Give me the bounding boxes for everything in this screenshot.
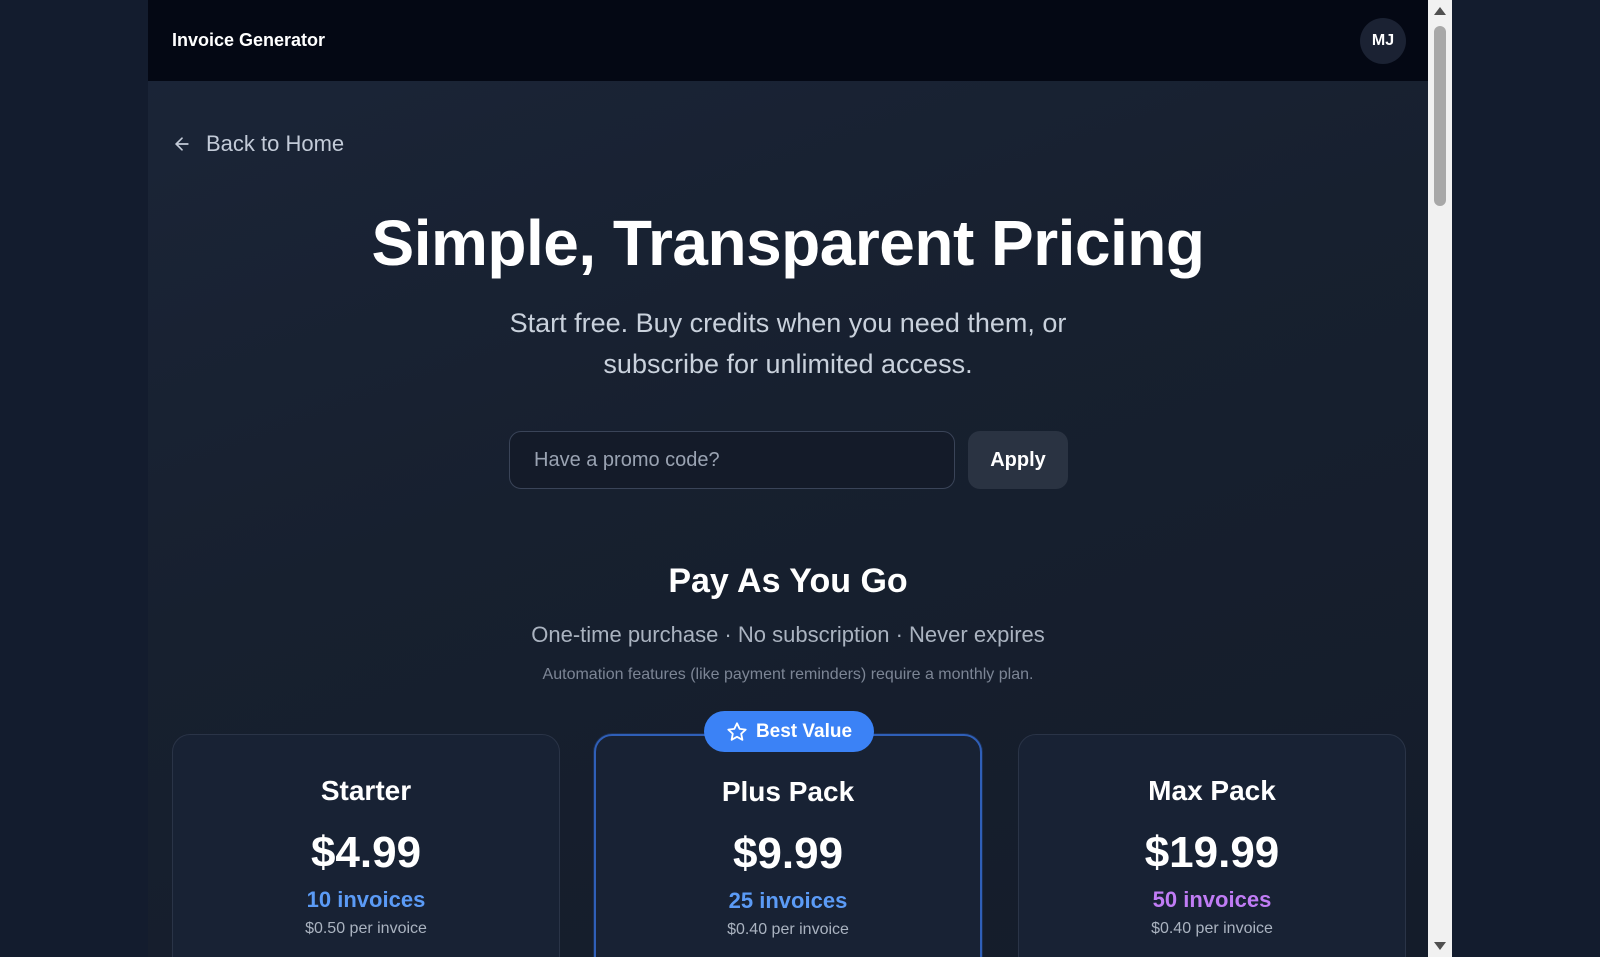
section-note: Automation features (like payment remind… xyxy=(542,666,1034,683)
plan-per-invoice: $0.50 per invoice xyxy=(305,920,427,937)
plan-card-starter[interactable]: Starter $4.99 10 invoices $0.50 per invo… xyxy=(172,734,560,957)
plan-invoice-count: 10 invoices xyxy=(306,887,426,912)
promo-code-input[interactable] xyxy=(509,431,955,489)
plan-card-plus-pack[interactable]: Plus Pack $9.99 25 invoices $0.40 per in… xyxy=(594,734,982,957)
vertical-scrollbar[interactable] xyxy=(1428,0,1452,957)
page-subtitle: Start free. Buy credits when you need th… xyxy=(509,308,1067,379)
app-window: Invoice Generator MJ Back to Home Simple… xyxy=(148,0,1428,957)
triangle-up-icon xyxy=(1434,7,1446,15)
section-title: Pay As You Go xyxy=(668,562,908,600)
plan-name: Starter xyxy=(320,775,412,806)
top-navbar: Invoice Generator MJ xyxy=(148,0,1428,81)
star-icon xyxy=(727,721,747,741)
plan-per-invoice: $0.40 per invoice xyxy=(1151,920,1273,937)
user-avatar[interactable]: MJ xyxy=(1360,17,1406,64)
plan-card-max-pack[interactable]: Max Pack $19.99 50 invoices $0.40 per in… xyxy=(1018,734,1406,957)
section-subtitle: One-time purchase · No subscription · Ne… xyxy=(531,622,1045,647)
scroll-down-button[interactable] xyxy=(1428,937,1452,955)
plan-price: $19.99 xyxy=(1144,828,1280,877)
plan-invoice-count: 25 invoices xyxy=(728,888,848,913)
back-link-label: Back to Home xyxy=(206,131,345,156)
back-to-home-link[interactable]: Back to Home xyxy=(172,131,344,157)
apply-promo-button[interactable]: Apply xyxy=(968,431,1068,489)
page-title: Simple, Transparent Pricing xyxy=(371,207,1205,279)
badge-label: Best Value xyxy=(755,720,853,742)
plan-per-invoice: $0.40 per invoice xyxy=(727,921,849,938)
plan-invoice-count: 50 invoices xyxy=(1152,887,1272,912)
scrollbar-thumb[interactable] xyxy=(1434,26,1446,206)
triangle-down-icon xyxy=(1434,942,1446,950)
plan-price: $9.99 xyxy=(732,829,844,878)
best-value-badge: Best Value xyxy=(704,711,874,752)
arrow-left-icon xyxy=(175,137,189,151)
brand-name[interactable]: Invoice Generator xyxy=(172,30,325,51)
plan-name: Plus Pack xyxy=(721,776,855,807)
plan-name: Max Pack xyxy=(1148,775,1276,806)
plan-price: $4.99 xyxy=(310,828,422,877)
scroll-up-button[interactable] xyxy=(1428,2,1452,20)
